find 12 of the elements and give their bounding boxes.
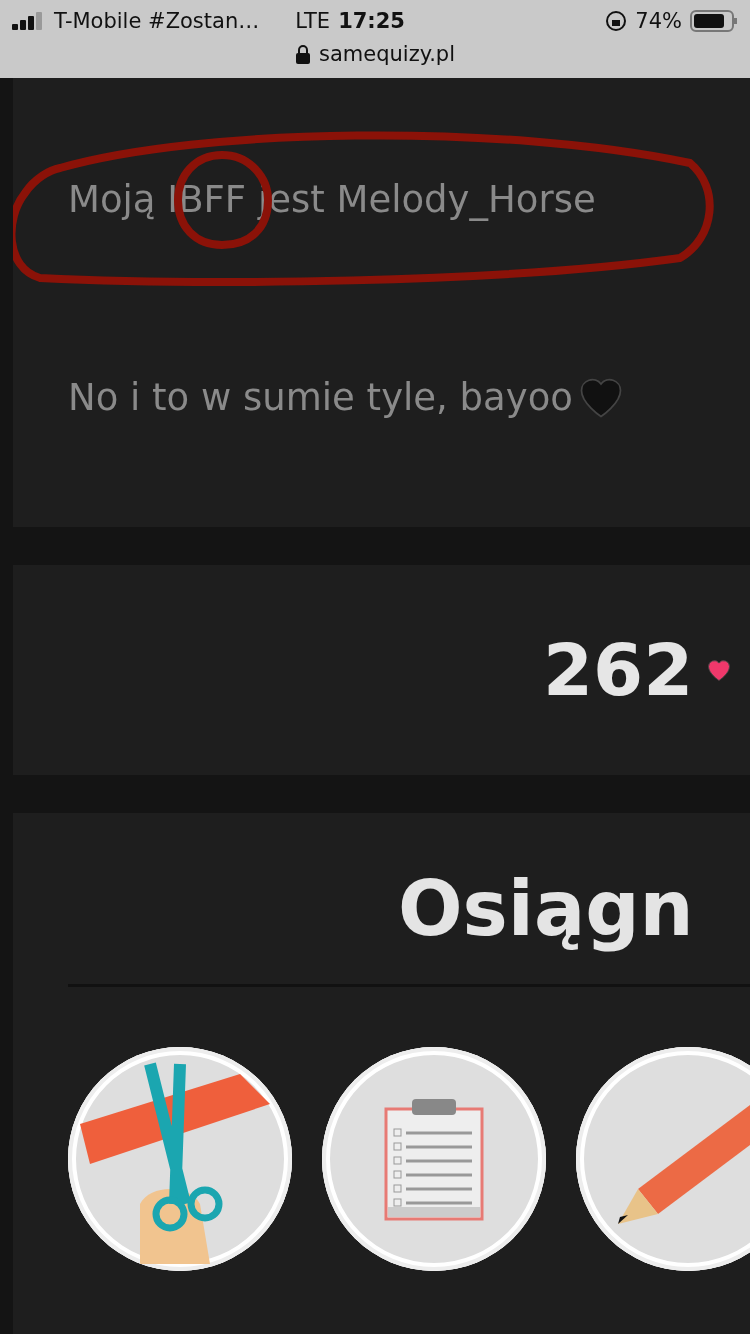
like-count: 262 <box>543 628 694 712</box>
section-title: Osiągn <box>398 863 695 955</box>
paragraph-text: No i to w sumie tyle, bayoo <box>68 375 573 419</box>
battery-percent: 74% <box>635 9 682 33</box>
page-url[interactable]: samequizy.pl <box>319 42 455 66</box>
lock-icon <box>295 44 311 64</box>
clock-time: 17:25 <box>338 9 405 33</box>
carrier-name: T-Mobile #Zostan… <box>54 9 260 33</box>
clipboard-checklist-icon <box>384 1097 484 1222</box>
rotation-lock-icon <box>605 10 628 32</box>
network-type: LTE <box>295 9 331 33</box>
battery-icon <box>690 9 738 33</box>
